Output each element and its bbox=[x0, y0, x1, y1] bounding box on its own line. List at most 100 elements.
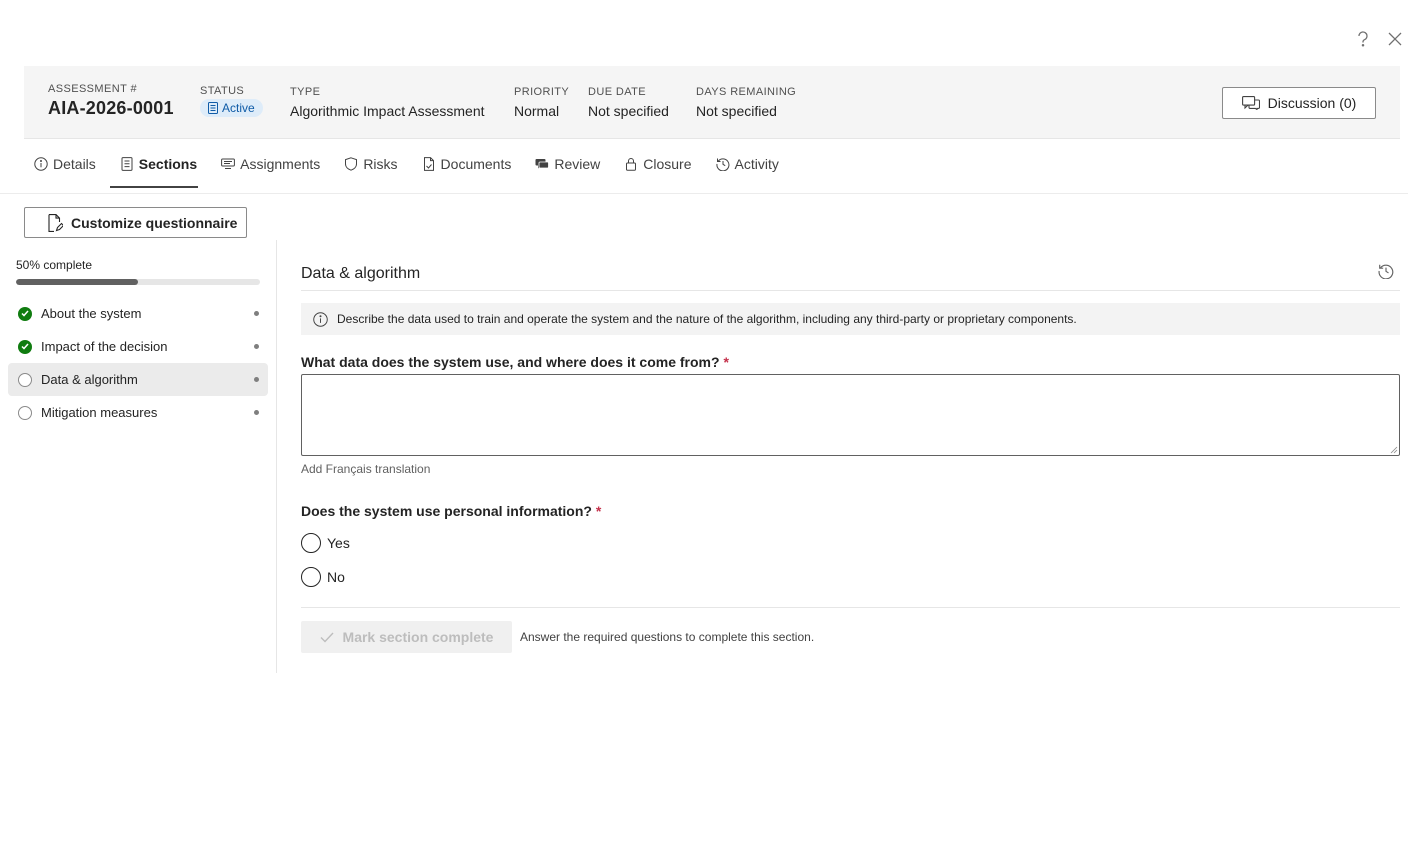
add-translation-link[interactable]: Add Français translation bbox=[301, 462, 1400, 476]
tab-activity[interactable]: Activity bbox=[706, 140, 779, 188]
empty-circle-icon bbox=[18, 405, 32, 420]
status-dot-icon bbox=[254, 377, 259, 382]
status-dot-icon bbox=[254, 311, 259, 316]
priority-field: PRIORITY Normal bbox=[514, 86, 569, 119]
empty-circle-icon bbox=[18, 372, 32, 387]
tab-assignments[interactable]: Assignments bbox=[211, 140, 320, 188]
section-content: Data & algorithm Describe the data used … bbox=[301, 256, 1400, 653]
data-source-textarea[interactable] bbox=[301, 374, 1400, 456]
question-text: What data does the system use, and where… bbox=[301, 354, 720, 370]
radio-circle-icon[interactable] bbox=[301, 566, 321, 587]
status-value: Active bbox=[222, 101, 255, 115]
type-value: Algorithmic Impact Assessment bbox=[290, 103, 485, 119]
days-remaining-label: DAYS REMAINING bbox=[696, 86, 797, 98]
section-list: About the system Impact of the decision … bbox=[8, 297, 268, 429]
window-actions bbox=[1354, 30, 1404, 48]
priority-label: PRIORITY bbox=[514, 86, 570, 98]
days-remaining-value: Not specified bbox=[696, 103, 777, 119]
radio-yes[interactable]: Yes bbox=[301, 532, 1400, 553]
question-text: Does the system use personal information… bbox=[301, 503, 592, 519]
type-label: TYPE bbox=[290, 86, 321, 98]
section-footer: Mark section complete Answer the require… bbox=[301, 621, 1400, 653]
progress-bar bbox=[16, 279, 260, 285]
status-dot-icon bbox=[254, 344, 259, 349]
section-item-label: Mitigation measures bbox=[41, 405, 158, 420]
discussion-button[interactable]: Discussion (0) bbox=[1222, 87, 1376, 119]
section-item-impact-of-the-decision[interactable]: Impact of the decision bbox=[8, 330, 268, 363]
tab-closure[interactable]: Closure bbox=[614, 140, 692, 188]
section-item-mitigation-measures[interactable]: Mitigation measures bbox=[8, 396, 268, 429]
progress-label: 50% complete bbox=[16, 258, 93, 272]
assessment-header: ASSESSMENT # AIA-2026-0001 STATUS Active… bbox=[24, 66, 1400, 139]
checkmark-icon bbox=[320, 632, 334, 643]
radio-circle-icon[interactable] bbox=[301, 532, 321, 553]
info-banner: Describe the data used to train and oper… bbox=[301, 303, 1400, 335]
status-badge: Active bbox=[200, 99, 263, 117]
section-item-about-the-system[interactable]: About the system bbox=[8, 297, 268, 330]
document-icon bbox=[423, 157, 434, 171]
radio-no-label: No bbox=[327, 568, 345, 585]
info-icon bbox=[313, 311, 328, 327]
footer-note: Answer the required questions to complet… bbox=[520, 630, 815, 644]
resize-grip-icon[interactable] bbox=[1390, 446, 1398, 454]
section-navigator: 50% complete About the system Impact of … bbox=[0, 240, 277, 673]
tab-review-label: Review bbox=[554, 156, 601, 172]
tab-assignments-label: Assignments bbox=[240, 156, 321, 172]
tab-bar: Details Sections Assignments Risks Docum… bbox=[24, 140, 793, 188]
discussion-label: Discussion (0) bbox=[1267, 95, 1357, 111]
radio-no[interactable]: No bbox=[301, 566, 1400, 587]
mark-section-complete-label: Mark section complete bbox=[342, 629, 494, 645]
required-marker: * bbox=[595, 503, 602, 519]
tab-closure-label: Closure bbox=[643, 156, 692, 172]
check-circle-icon bbox=[18, 306, 32, 321]
tab-risks-label: Risks bbox=[363, 156, 398, 172]
tab-details-label: Details bbox=[53, 156, 96, 172]
info-icon bbox=[34, 157, 48, 171]
tab-documents[interactable]: Documents bbox=[412, 140, 512, 188]
days-remaining-field: DAYS REMAINING Not specified bbox=[696, 86, 796, 119]
progress-fill bbox=[16, 279, 138, 285]
section-title: Data & algorithm bbox=[301, 256, 1400, 291]
footer-divider bbox=[301, 607, 1400, 608]
assessment-number-label: ASSESSMENT # bbox=[48, 83, 137, 95]
question-icon[interactable] bbox=[1354, 30, 1372, 48]
tab-sections[interactable]: Sections bbox=[109, 140, 199, 188]
section-item-data-algorithm[interactable]: Data & algorithm bbox=[8, 363, 268, 396]
shield-icon bbox=[345, 157, 358, 171]
status-label: STATUS bbox=[200, 85, 245, 97]
tab-documents-label: Documents bbox=[440, 156, 512, 172]
lock-icon bbox=[626, 158, 637, 171]
required-marker: * bbox=[723, 354, 729, 370]
status-dot-icon bbox=[254, 410, 259, 415]
tabs-divider bbox=[0, 193, 1408, 194]
document-list-icon bbox=[121, 157, 133, 171]
tab-sections-label: Sections bbox=[138, 156, 198, 172]
history-icon[interactable] bbox=[1378, 263, 1394, 280]
people-list-icon bbox=[221, 158, 236, 169]
due-date-label: DUE DATE bbox=[588, 86, 647, 98]
info-banner-text: Describe the data used to train and oper… bbox=[337, 312, 1077, 326]
question-personal-info-label: Does the system use personal information… bbox=[301, 503, 1400, 519]
customize-questionnaire-button[interactable]: Customize questionnaire bbox=[24, 207, 247, 238]
status-field: STATUS Active bbox=[200, 85, 263, 117]
assessment-number: ASSESSMENT # AIA-2026-0001 bbox=[48, 83, 174, 119]
mark-section-complete-button[interactable]: Mark section complete bbox=[301, 621, 512, 653]
priority-value: Normal bbox=[514, 103, 560, 119]
tab-risks[interactable]: Risks bbox=[334, 140, 398, 188]
chat-icon bbox=[1241, 96, 1260, 110]
edit-document-icon bbox=[48, 213, 63, 232]
check-circle-icon bbox=[18, 339, 32, 354]
close-icon[interactable] bbox=[1386, 30, 1404, 48]
tab-details[interactable]: Details bbox=[24, 140, 96, 188]
section-item-label: Data & algorithm bbox=[41, 372, 138, 387]
due-date-value: Not specified bbox=[588, 103, 669, 119]
tab-review[interactable]: Review bbox=[525, 140, 600, 188]
assessment-number-value: AIA-2026-0001 bbox=[48, 98, 174, 118]
question-data-source-label: What data does the system use, and where… bbox=[301, 354, 1400, 370]
due-date-field: DUE DATE Not specified bbox=[588, 86, 669, 119]
section-item-label: Impact of the decision bbox=[41, 339, 168, 354]
section-item-label: About the system bbox=[41, 306, 142, 321]
tab-activity-label: Activity bbox=[734, 156, 779, 172]
customize-questionnaire-label: Customize questionnaire bbox=[71, 214, 238, 231]
chat-icon bbox=[535, 159, 550, 169]
